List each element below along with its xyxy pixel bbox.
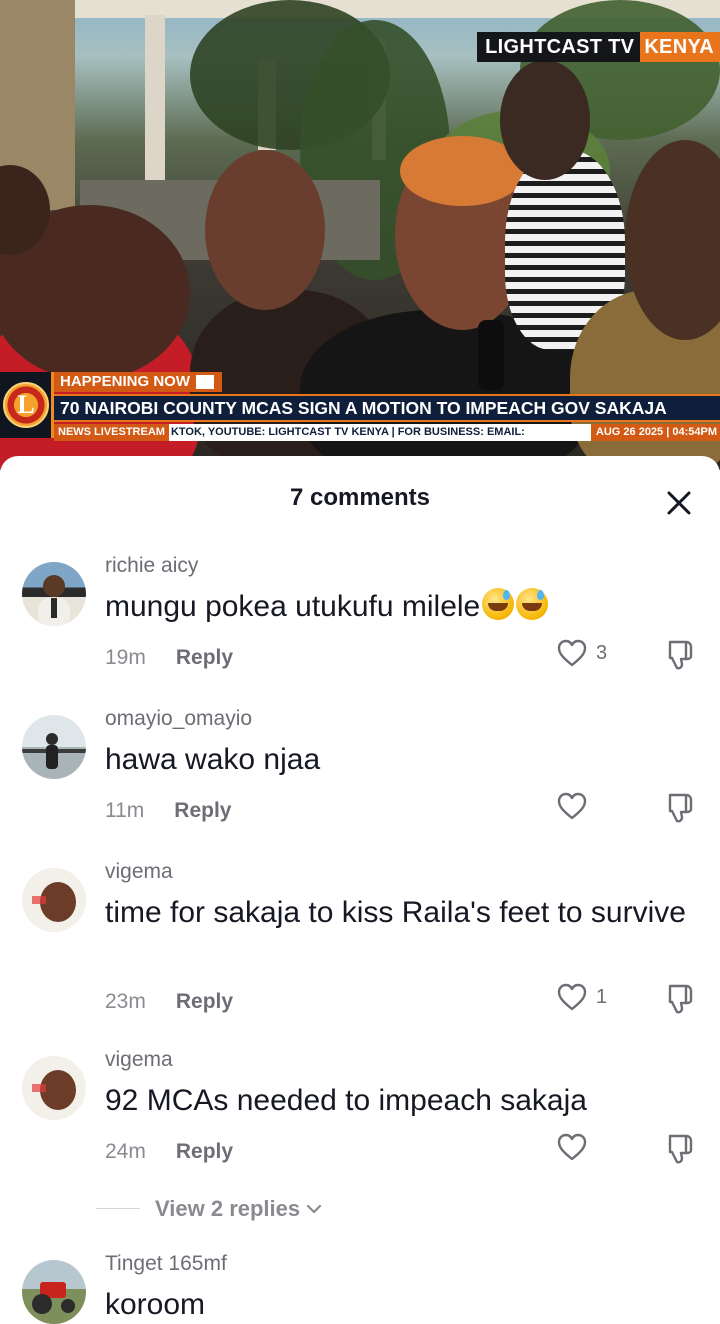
replies-divider xyxy=(96,1208,140,1209)
happening-now-label: HAPPENING NOW xyxy=(54,372,223,392)
avatar-photo xyxy=(22,733,86,769)
thumbs-down-icon xyxy=(668,984,693,1014)
avatar[interactable] xyxy=(22,1260,86,1324)
avatar[interactable] xyxy=(22,1056,86,1120)
view-replies-label: View 2 replies xyxy=(155,1196,301,1221)
chevron-down-icon xyxy=(307,1204,322,1214)
ticker-tag: NEWS LIVESTREAM xyxy=(54,424,169,441)
video-player[interactable]: LIGHTCAST TV KENYA L HAPPENING NOW 70 NA… xyxy=(0,0,720,470)
close-icon xyxy=(667,491,691,515)
like-button[interactable] xyxy=(556,1130,616,1164)
person-center-left-head xyxy=(205,150,325,310)
comment-meta: 23m Reply xyxy=(105,990,233,1014)
dislike-button[interactable] xyxy=(662,980,698,1016)
happening-now-text: HAPPENING NOW xyxy=(60,373,191,390)
comment-meta: 11m Reply xyxy=(105,799,231,823)
comment-text-body: mungu pokea utukufu milele xyxy=(105,590,481,623)
channel-watermark: LIGHTCAST TV KENYA xyxy=(477,32,720,62)
thumbs-down-icon xyxy=(668,1134,693,1164)
thumbs-down-icon xyxy=(668,640,693,670)
ticker-headline: 70 NAIROBI COUNTY MCAS SIGN A MOTION TO … xyxy=(54,394,720,422)
watermark-channel: LIGHTCAST TV xyxy=(477,32,641,62)
avatar[interactable] xyxy=(22,868,86,932)
comment-username[interactable]: vigema xyxy=(105,860,173,884)
view-replies-button[interactable]: View 2 replies xyxy=(155,1196,322,1222)
comment-username[interactable]: omayio_omayio xyxy=(105,707,252,731)
like-button[interactable] xyxy=(556,789,616,823)
comment-text: hawa wako njaa xyxy=(105,743,321,776)
heart-icon xyxy=(557,639,587,667)
comment-text: time for sakaja to kiss Raila's feet to … xyxy=(105,896,686,929)
close-button[interactable] xyxy=(660,484,698,522)
dislike-button[interactable] xyxy=(662,1130,698,1166)
ticker-datetime: AUG 26 2025 | 04:54PM xyxy=(590,424,720,441)
avatar[interactable] xyxy=(22,715,86,779)
white-square-icon xyxy=(196,375,215,389)
like-count: 3 xyxy=(596,641,608,664)
comment-username[interactable]: Tinget 165mf xyxy=(105,1252,227,1276)
avatar[interactable] xyxy=(22,562,86,626)
avatar-photo xyxy=(38,575,70,626)
dislike-button[interactable] xyxy=(662,636,698,672)
comment-username[interactable]: richie aicy xyxy=(105,554,198,578)
like-count: 1 xyxy=(596,985,608,1008)
reply-button[interactable]: Reply xyxy=(176,1140,233,1163)
channel-logo: L xyxy=(0,372,54,438)
comment-meta: 24m Reply xyxy=(105,1140,233,1164)
comments-sheet: 7 comments richie aicy mungu pokea utuku… xyxy=(0,456,720,1324)
comment-username[interactable]: vigema xyxy=(105,1048,173,1072)
like-button[interactable]: 1 xyxy=(556,980,616,1014)
grinning-sweat-emoji-icon xyxy=(516,588,549,620)
dislike-button[interactable] xyxy=(662,789,698,825)
heart-icon xyxy=(557,792,587,820)
avatar-photo xyxy=(32,1282,75,1314)
channel-logo-ring: L xyxy=(3,382,49,428)
news-ticker: L HAPPENING NOW 70 NAIROBI COUNTY MCAS S… xyxy=(0,370,720,445)
comment-time: 19m xyxy=(105,646,146,669)
comment-time: 11m xyxy=(105,799,145,822)
avatar-photo xyxy=(32,882,76,922)
comment-time: 23m xyxy=(105,990,146,1013)
heart-icon xyxy=(557,1133,587,1161)
person-right-head xyxy=(500,60,590,180)
like-button[interactable]: 3 xyxy=(556,636,616,670)
reply-button[interactable]: Reply xyxy=(174,799,231,822)
watermark-country: KENYA xyxy=(640,32,720,62)
comment-text: mungu pokea utukufu milele xyxy=(105,586,695,627)
ticker-crawl: NEWS LIVESTREAM KTOK, YOUTUBE: LIGHTCAST … xyxy=(54,424,720,441)
comment-text: koroom xyxy=(105,1288,206,1321)
ticker-crawl-text: KTOK, YOUTUBE: LIGHTCAST TV KENYA | FOR … xyxy=(170,426,525,438)
grinning-sweat-emoji-icon xyxy=(482,588,515,620)
reply-button[interactable]: Reply xyxy=(176,646,233,669)
thumbs-down-icon xyxy=(668,793,693,823)
comment-meta: 19m Reply xyxy=(105,646,233,670)
comment-text: 92 MCAs needed to impeach sakaja xyxy=(105,1084,587,1117)
comments-count-title: 7 comments xyxy=(289,484,431,511)
heart-icon xyxy=(557,983,587,1011)
channel-logo-letter: L xyxy=(17,390,35,419)
reply-button[interactable]: Reply xyxy=(176,990,233,1013)
avatar-photo xyxy=(32,1070,76,1110)
comment-time: 24m xyxy=(105,1140,146,1163)
